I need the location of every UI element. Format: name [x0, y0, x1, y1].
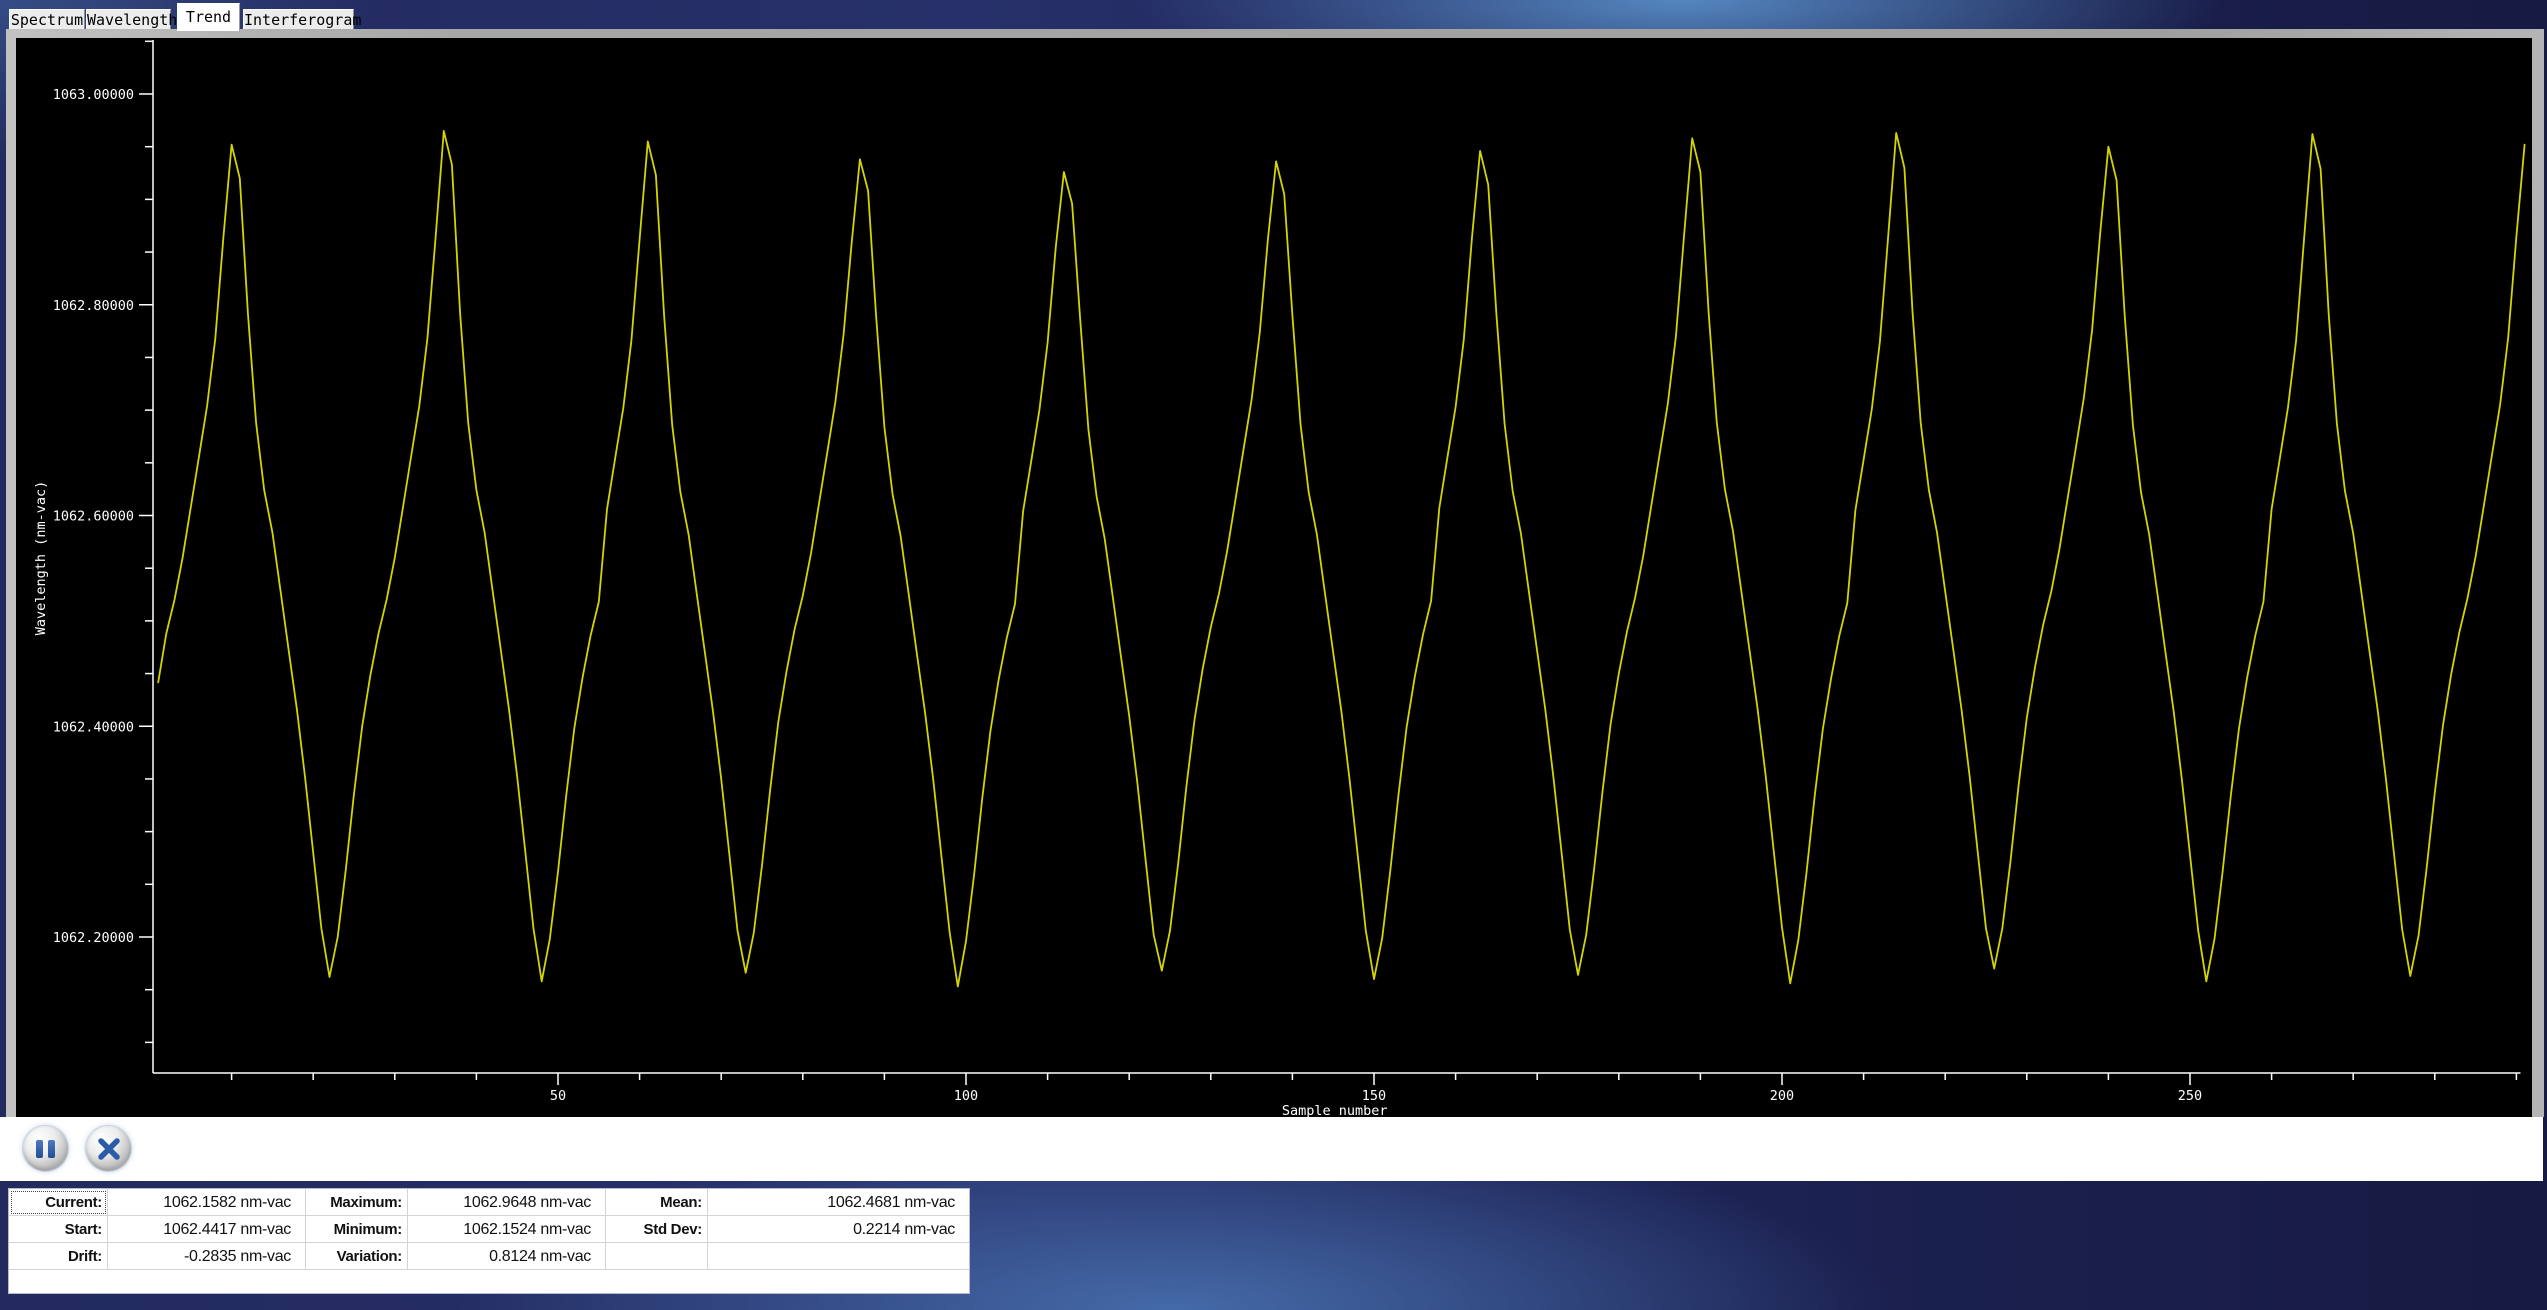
stat-label-drift: Drift:	[9, 1243, 108, 1270]
stat-label-maximum: Maximum:	[306, 1189, 408, 1216]
tab-wavelength[interactable]: Wavelength	[86, 9, 171, 29]
tab-trend[interactable]: Trend	[177, 3, 240, 31]
stat-label-mean: Mean:	[606, 1189, 708, 1216]
x-tick-label: 150	[1362, 1088, 1386, 1104]
stat-value-stddev: 0.2214 nm-vac	[708, 1216, 969, 1243]
y-tick-label: 1062.80000	[53, 298, 134, 314]
x-tick-label: 50	[550, 1088, 566, 1104]
trend-chart[interactable]: 1063.00000 1062.80000 1062.60000 1062.40000…	[16, 38, 2532, 1117]
wavelength-trace	[158, 131, 2524, 987]
stat-label-empty	[606, 1243, 708, 1270]
stat-label-minimum: Minimum:	[306, 1216, 408, 1243]
app-window: Spectrum Wavelength Trend Interferogram …	[0, 0, 2547, 1310]
toolbar-strip	[0, 1117, 2543, 1181]
stats-table: Current: 1062.1582 nm-vac Maximum: 1062.…	[8, 1188, 970, 1294]
stat-value-drift: -0.2835 nm-vac	[108, 1243, 306, 1270]
x-tick-label: 200	[1770, 1088, 1794, 1104]
x-axis-title: Sample number	[1282, 1103, 1388, 1117]
stat-value-minimum: 1062.1524 nm-vac	[408, 1216, 606, 1243]
plot-frame: 1063.00000 1062.80000 1062.60000 1062.40000…	[6, 29, 2544, 1117]
y-axis-title: Wavelength (nm-vac)	[33, 481, 49, 635]
stat-label-variation: Variation:	[306, 1243, 408, 1270]
x-tick-label: 250	[2178, 1088, 2202, 1104]
y-tick-label: 1062.60000	[53, 509, 134, 525]
tab-interferogram[interactable]: Interferogram	[243, 9, 354, 29]
x-tick-label: 100	[954, 1088, 978, 1104]
stat-value-empty	[708, 1243, 969, 1270]
stat-label-start: Start:	[9, 1216, 108, 1243]
y-tick-label: 1062.20000	[53, 930, 134, 946]
stat-value-mean: 1062.4681 nm-vac	[708, 1189, 969, 1216]
pause-icon	[36, 1140, 55, 1158]
stat-value-variation: 0.8124 nm-vac	[408, 1243, 606, 1270]
stats-table-spacer	[9, 1270, 969, 1293]
stat-value-maximum: 1062.9648 nm-vac	[408, 1189, 606, 1216]
stat-label-current[interactable]: Current:	[9, 1189, 108, 1216]
stat-value-current: 1062.1582 nm-vac	[108, 1189, 306, 1216]
stat-label-stddev: Std Dev:	[606, 1216, 708, 1243]
y-tick-label: 1063.00000	[53, 87, 134, 103]
close-button[interactable]	[86, 1126, 131, 1171]
pause-button[interactable]	[23, 1126, 68, 1171]
close-icon	[97, 1137, 121, 1161]
tab-spectrum[interactable]: Spectrum	[9, 9, 85, 29]
y-tick-label: 1062.40000	[53, 719, 134, 735]
stat-value-start: 1062.4417 nm-vac	[108, 1216, 306, 1243]
